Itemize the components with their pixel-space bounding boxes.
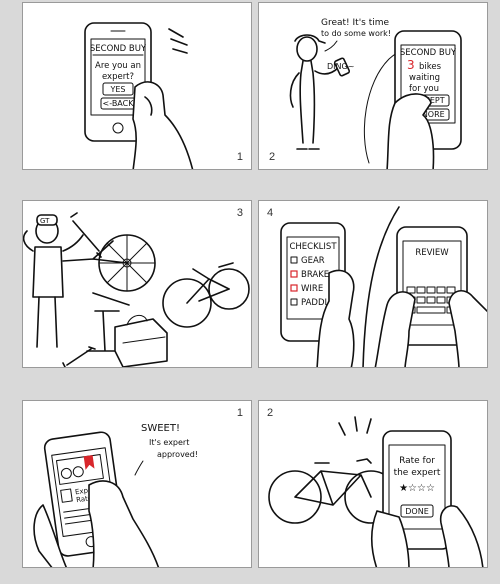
checklist-item-gear: GEAR [301,256,325,266]
cap-text: GT [40,217,50,225]
speech-line-1: Great! It's time [321,18,390,28]
checklist-title: CHECKLIST [289,242,337,252]
waiting-line-1: bikes [419,62,442,72]
prompt-line-1: Are you an [95,61,141,71]
comic-panel-5: SWEET! It's expert approved! Exp Rate 1 [22,400,252,568]
panel-1-drawing: SECOND BUY Are you an expert? YES <-BACK [84,22,194,169]
speech-line-3: approved! [157,450,198,459]
checklist-item-wire: WIRE [301,284,323,294]
panel-number: 1 [236,151,243,163]
panel-5-drawing: SWEET! It's expert approved! Exp Rate [33,423,198,567]
panel-2-drawing: Great! It's time to do some work! DING~ … [289,18,462,169]
rating-stars[interactable]: ★☆☆☆ [399,483,435,494]
panel-number: 4 [267,207,274,219]
waiting-line-3: for you [409,84,439,94]
phone-title: SECOND BUY [90,44,147,54]
yes-button[interactable]: YES [109,85,125,94]
rate-line-1: Rate for [399,456,435,466]
panel-number: 2 [269,151,276,163]
panel-4-drawing: CHECKLIST GEAR BRAKE WIRE PADDLE REVIEW [280,206,487,367]
panel-number: 3 [236,207,243,219]
panel-3-drawing: GT [23,212,250,367]
speech-line-2: to do some work! [321,29,391,38]
comic-panel-2: Great! It's time to do some work! DING~ … [258,2,488,170]
comic-panel-6: Rate for the expert ★☆☆☆ DONE 2 [258,400,488,568]
phone-title: SECOND BUY [400,48,457,58]
review-title: REVIEW [415,248,449,258]
panel-6-drawing: Rate for the expert ★☆☆☆ DONE [268,416,484,567]
checkbox-brake[interactable] [290,270,298,278]
waiting-line-2: waiting [409,73,440,83]
comic-panel-1: SECOND BUY Are you an expert? YES <-BACK… [22,2,252,170]
speech-line-2: It's expert [149,438,189,447]
panel-number: 1 [236,407,243,419]
checklist-item-brake: BRAKE [301,270,329,280]
comic-panel-4: CHECKLIST GEAR BRAKE WIRE PADDLE REVIEW … [258,200,488,368]
prompt-line-2: expert? [102,72,134,82]
speech-line-1: SWEET! [141,423,180,434]
back-button[interactable]: <-BACK [103,99,135,108]
ding-sound: DING~ [327,62,354,71]
comic-panel-3: GT 3 [22,200,252,368]
done-button[interactable]: DONE [405,507,429,516]
bike-count: 3 [407,58,415,72]
checkbox-wire[interactable] [290,284,298,292]
panel-number: 2 [267,407,274,419]
rate-line-2: the expert [394,468,441,478]
